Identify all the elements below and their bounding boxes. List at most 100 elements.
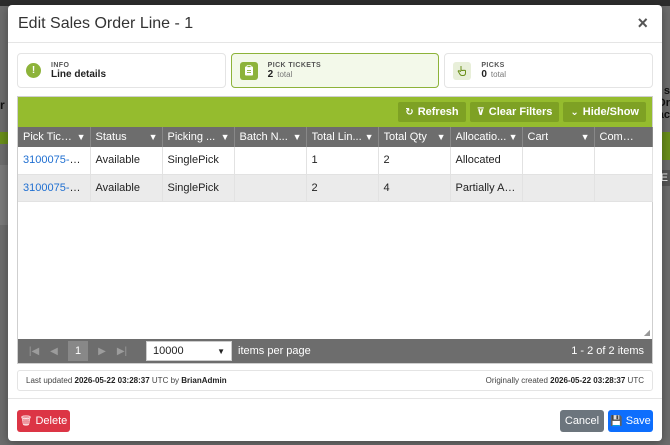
table-cell: Allocated [450,147,523,175]
clear-filters-button[interactable]: ⊽ Clear Filters [469,102,560,122]
column-header[interactable]: Compart... [594,127,653,147]
table-cell [234,174,307,202]
table-cell: Available [90,147,163,175]
page-size-select[interactable]: 10000 ▼ [146,341,232,361]
picks-card-value: 0 total [481,69,506,80]
previous-page-icon[interactable]: ◀ [44,346,64,357]
pick-tickets-card-value: 2 total [268,69,321,80]
refresh-icon: ↻ [405,106,414,118]
pick-ticket-link[interactable]: 3100075-PT-2 [23,154,89,166]
table-row[interactable]: 3100075-PT-2 Available SinglePick 1 2 Al… [18,147,653,175]
trash-icon: 🗑 [19,415,33,427]
refresh-label: Refresh [417,106,459,118]
table-cell: 2 [306,174,379,202]
table-row[interactable]: 3100075-PT-1 Available SinglePick 2 4 Pa… [18,174,653,202]
column-header[interactable]: Total Lin... ▼ [306,127,379,147]
filter-icon[interactable]: ▼ [365,132,374,142]
info-circle-icon: ! [26,63,41,78]
cancel-button[interactable]: Cancel [560,410,604,432]
pick-tickets-sub: total [277,69,293,79]
updated-by: BrianAdmin [181,376,227,385]
filter-icon[interactable]: ▼ [509,132,518,142]
filter-icon[interactable]: ▼ [437,132,446,142]
resize-handle-icon[interactable]: ◢ [644,328,650,337]
info-card-value: Line details [51,68,107,80]
column-header[interactable]: Cart ▼ [522,127,595,147]
table-cell: Partially Alloc... [450,174,523,202]
grid-toolbar: ↻ Refresh ⊽ Clear Filters ⌄ Hide/Show [18,97,652,127]
column-header[interactable]: Pick Tick... ▼ [18,127,91,147]
column-header[interactable]: Allocatio... ▼ [450,127,523,147]
refresh-button[interactable]: ↻ Refresh [398,102,466,122]
close-icon[interactable]: × [633,13,652,34]
filter-icon[interactable]: ▼ [77,132,86,142]
updated-at: 2026-05-22 03:28:37 [74,376,150,385]
table-cell [522,174,595,202]
audit-info: Last updated 2026-05-22 03:28:37 UTC by … [17,370,653,391]
modal-header: Edit Sales Order Line - 1 × [8,5,662,43]
filter-clear-icon: ⊽ [476,106,485,118]
filter-icon[interactable]: ▼ [581,132,590,142]
originally-created: Originally created 2026-05-22 03:28:37 U… [485,376,644,385]
pick-tickets-table: Pick Tick... ▼ Status ▼ Picking ... ▼ Batch… [18,127,653,202]
table-cell: 1 [306,147,379,175]
save-icon: 💾 [610,415,623,427]
grid-pager: |◀ ◀ 1 ▶ ▶| 10000 ▼ items per page 1 - 2 … [18,339,652,363]
table-cell [234,147,307,175]
last-updated: Last updated 2026-05-22 03:28:37 UTC by … [26,376,227,385]
table-cell: Available [90,174,163,202]
hide-show-label: Hide/Show [582,106,639,118]
column-header[interactable]: Status ▼ [90,127,163,147]
background-panel [0,165,8,225]
current-page-button[interactable]: 1 [68,341,88,361]
save-label: Save [625,415,651,427]
last-page-icon[interactable]: ▶| [112,346,132,357]
filter-icon[interactable]: ▼ [293,132,302,142]
hand-pointer-icon [453,61,472,80]
table-cell [594,147,653,175]
created-at: 2026-05-22 03:28:37 [550,376,626,385]
page-size-value: 10000 [153,345,184,357]
column-header[interactable]: Total Qty ▼ [378,127,451,147]
pager-range: 1 - 2 of 2 items [571,345,644,357]
pick-tickets-card[interactable]: PICK TICKETS 2 total [230,53,440,88]
clear-filters-label: Clear Filters [488,106,553,118]
hide-show-button[interactable]: ⌄ Hide/Show [563,102,646,122]
table-cell [594,174,653,202]
delete-label: Delete [35,415,68,427]
filter-icon[interactable]: ▼ [221,132,230,142]
first-page-icon[interactable]: |◀ [24,346,44,357]
picks-card[interactable]: PICKS 0 total [444,53,654,88]
modal-footer: 🗑 Delete Cancel 💾 Save [8,398,662,441]
filter-icon[interactable]: ▼ [149,132,158,142]
delete-button[interactable]: 🗑 Delete [17,410,70,432]
chevron-down-icon: ⌄ [570,106,579,118]
table-cell: SinglePick [162,147,235,175]
clipboard-icon [239,61,258,80]
picks-count: 0 [481,68,487,80]
picks-sub: total [490,69,507,79]
background-text: r [0,98,5,112]
save-button[interactable]: 💾 Save [608,410,653,432]
items-per-page-label: items per page [238,345,311,357]
pick-tickets-count: 2 [267,68,274,80]
picks-card-label: PICKS [481,61,505,69]
column-header[interactable]: Picking ... ▼ [162,127,235,147]
table-header-row: Pick Tick... ▼ Status ▼ Picking ... ▼ Batch… [18,127,653,147]
table-cell: 3100075-PT-1 [18,174,91,202]
pick-tickets-grid: ↻ Refresh ⊽ Clear Filters ⌄ Hide/Show Pick … [17,96,653,364]
summary-cards: ! INFO Line details PICK TICKETS 2 total … [17,53,654,88]
table-cell: 2 [378,147,451,175]
table-cell [522,147,595,175]
edit-sales-order-line-modal: Edit Sales Order Line - 1 × ! INFO Line … [8,5,662,441]
info-card[interactable]: ! INFO Line details [17,53,226,88]
table-cell: 3100075-PT-2 [18,147,91,175]
pick-ticket-link[interactable]: 3100075-PT-1 [23,182,89,194]
next-page-icon[interactable]: ▶ [92,346,112,357]
info-card-label: INFO [51,61,70,69]
column-header[interactable]: Batch N... ▼ [234,127,307,147]
chevron-down-icon: ▼ [217,346,225,356]
table-cell: 4 [378,174,451,202]
pick-tickets-card-label: PICK TICKETS [267,61,322,69]
table-cell: SinglePick [162,174,235,202]
